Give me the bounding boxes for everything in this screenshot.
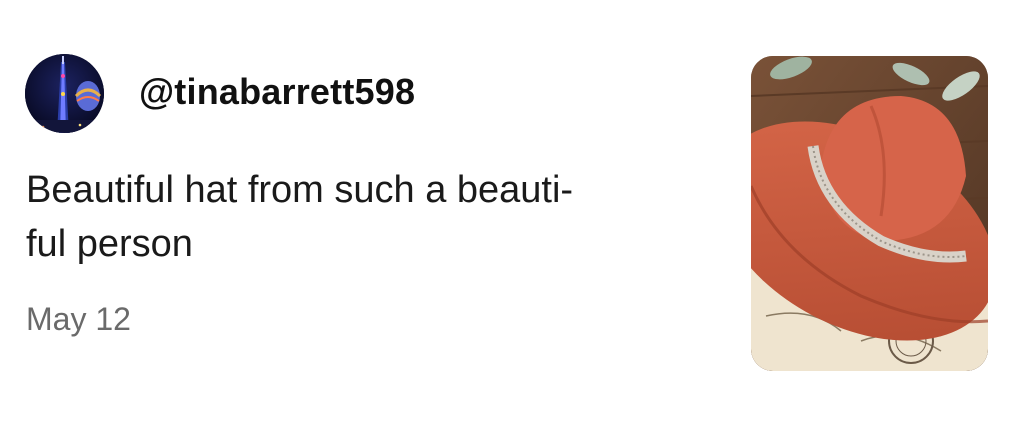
product-photo[interactable]: LE (751, 56, 988, 371)
hat-photo-icon: LE (751, 56, 988, 371)
avatar-image-icon (25, 54, 104, 133)
review-card: @tinabarrett598 Beautiful hat from such … (0, 0, 1017, 421)
review-text: Beautiful hat from such a beauti- ful pe… (26, 163, 716, 271)
username[interactable]: @tinabarrett598 (139, 70, 415, 114)
review-text-line-2: ful person (26, 223, 193, 265)
review-date: May 12 (26, 301, 131, 337)
review-text-line-1: Beautiful hat from such a beauti- (26, 169, 574, 211)
user-avatar[interactable] (25, 54, 104, 133)
